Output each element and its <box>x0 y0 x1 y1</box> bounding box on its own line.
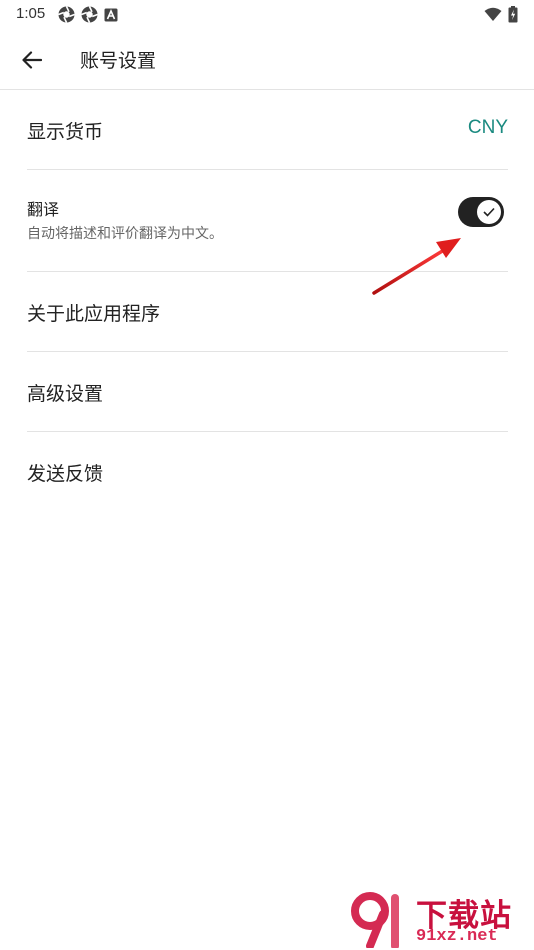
send-feedback-label: 发送反馈 <box>27 463 104 485</box>
status-icons-left <box>58 6 118 23</box>
translate-title: 翻译 <box>27 200 60 219</box>
currency-label: 显示货币 <box>27 121 104 143</box>
battery-charging-icon <box>508 6 518 23</box>
about-app-label: 关于此应用程序 <box>27 303 161 325</box>
currency-value: CNY <box>467 117 508 138</box>
advanced-settings-label: 高级设置 <box>27 383 104 405</box>
send-feedback-row[interactable]: 发送反馈 <box>27 432 508 511</box>
aperture-icon <box>81 6 98 23</box>
page-title: 账号设置 <box>80 50 157 72</box>
annotation-arrow-icon <box>372 238 461 295</box>
status-icons-right <box>484 6 518 23</box>
watermark: 下载站 91xz.net <box>350 890 530 948</box>
site-logo-icon <box>351 892 399 948</box>
status-bar: 1:05 <box>0 0 534 30</box>
status-time: 1:05 <box>16 5 46 22</box>
app-bar: 账号设置 <box>0 30 534 90</box>
translate-toggle[interactable] <box>458 197 504 227</box>
check-icon <box>483 207 495 217</box>
font-a-icon <box>104 8 118 21</box>
aperture-icon <box>58 6 75 23</box>
arrow-left-icon <box>22 51 42 69</box>
back-button[interactable] <box>14 42 50 78</box>
translate-description: 自动将描述和评价翻译为中文。 <box>27 226 223 242</box>
toggle-knob <box>477 200 501 224</box>
currency-setting-row[interactable]: 显示货币 CNY <box>27 90 508 170</box>
wifi-icon <box>484 7 502 21</box>
watermark-site: 91xz.net <box>416 927 498 946</box>
advanced-settings-row[interactable]: 高级设置 <box>27 352 508 432</box>
